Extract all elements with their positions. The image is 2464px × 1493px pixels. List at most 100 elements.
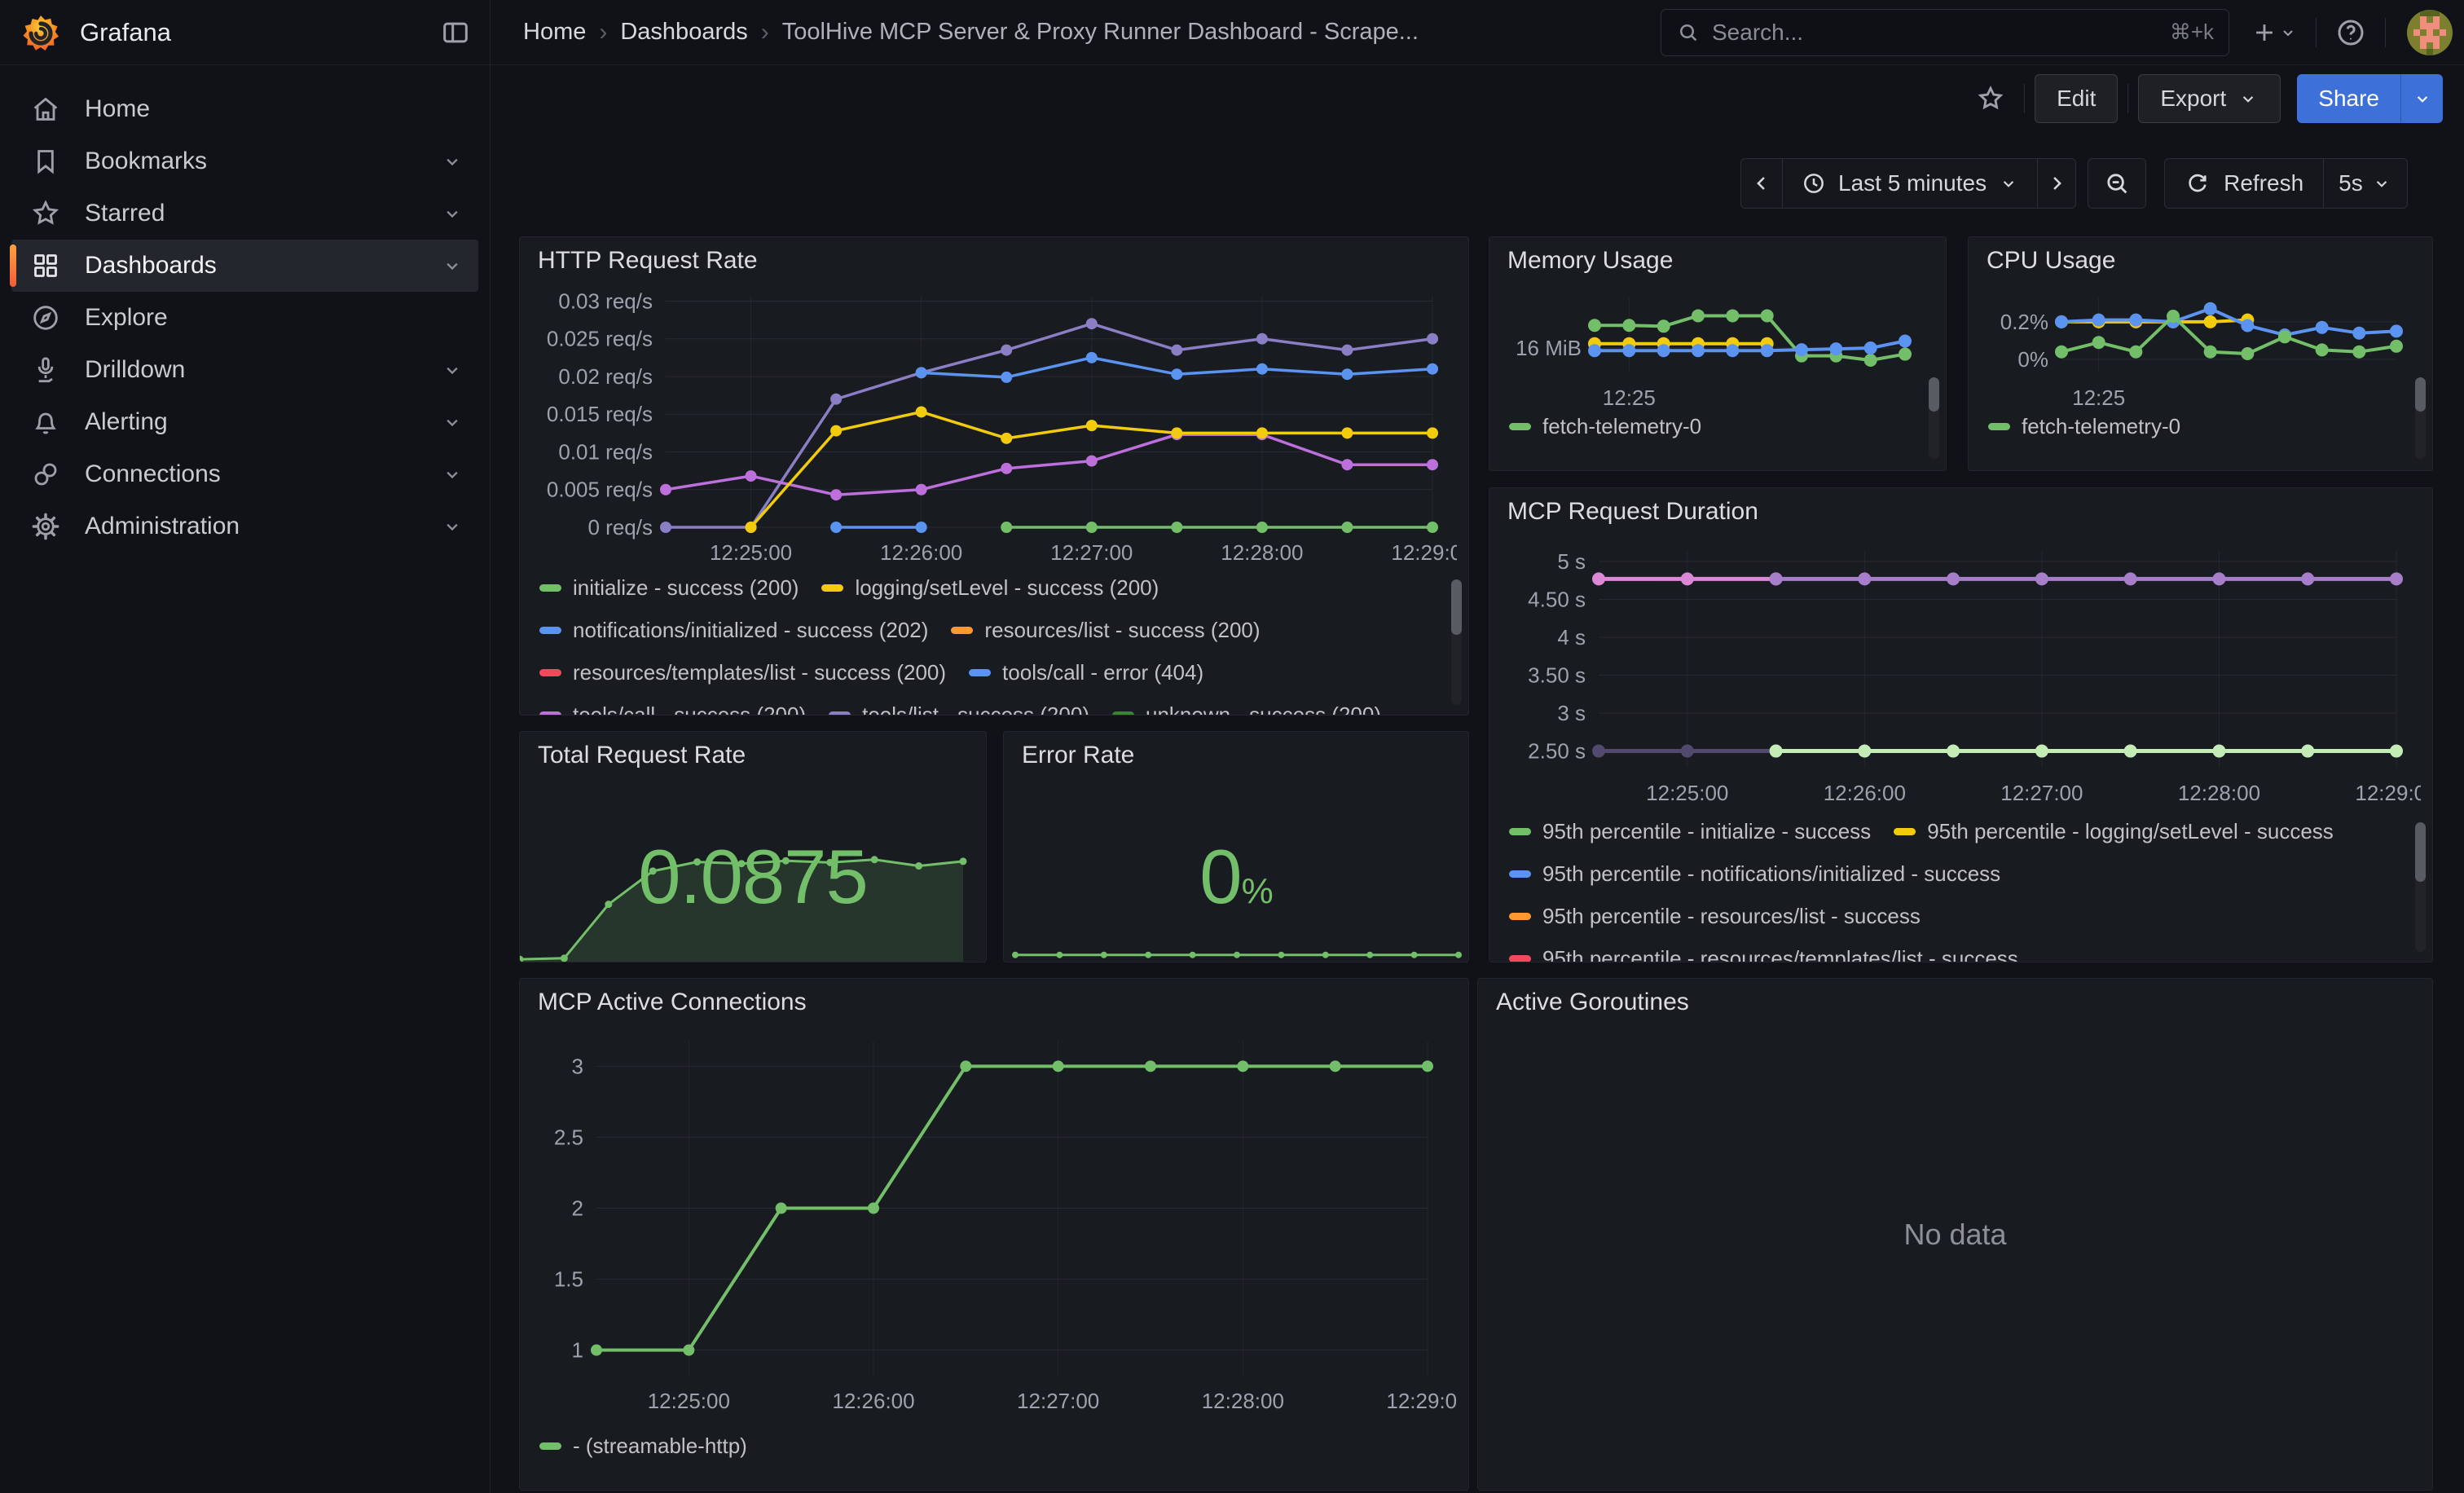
chevron-right-icon	[2045, 172, 2068, 195]
legend-scrollbar[interactable]	[2415, 822, 2426, 952]
legend-item[interactable]: initialize - success (200)	[539, 576, 799, 599]
sidebar-item-drilldown[interactable]: Drilldown	[11, 344, 478, 396]
legend-item[interactable]: - (streamable-http)	[539, 1434, 747, 1457]
stat-unit: %	[1242, 871, 1273, 911]
sidebar-item-dashboards[interactable]: Dashboards	[11, 240, 478, 292]
svg-text:12:26:00: 12:26:00	[1824, 781, 1906, 805]
svg-text:12:27:00: 12:27:00	[1050, 540, 1133, 565]
collapse-sidebar-button[interactable]	[438, 15, 473, 51]
sidebar-item-explore[interactable]: Explore	[11, 292, 478, 344]
export-button[interactable]: Export	[2138, 74, 2281, 123]
sidebar-item-home[interactable]: Home	[11, 83, 478, 135]
refresh-group: Refresh 5s	[2164, 158, 2408, 209]
sidebar-item-administration[interactable]: Administration	[11, 500, 478, 553]
share-button[interactable]: Share	[2297, 74, 2400, 123]
legend-label: fetch-telemetry-0	[2022, 414, 2180, 439]
cpu-usage-chart[interactable]: 12:250.2%0%	[1980, 283, 2421, 410]
svg-text:12:28:00: 12:28:00	[2178, 781, 2260, 805]
time-range-label: Last 5 minutes	[1838, 170, 1987, 196]
scrollbar-thumb[interactable]	[1929, 377, 1939, 412]
chevron-left-icon	[1750, 172, 1773, 195]
divider	[2316, 18, 2317, 47]
mcp-request-duration-chart[interactable]: 12:25:0012:26:0012:27:0012:28:0012:29:00…	[1501, 534, 2421, 817]
help-button[interactable]	[2326, 10, 2375, 55]
time-range-picker[interactable]: Last 5 minutes	[1782, 158, 2038, 209]
scrollbar-thumb[interactable]	[2415, 377, 2426, 412]
panel-mcp-active-connections: MCP Active Connections 12:25:0012:26:001…	[519, 978, 1469, 1491]
legend-swatch	[539, 1442, 561, 1450]
time-shift-back-button[interactable]	[1740, 158, 1783, 209]
search-box[interactable]: ⌘+k	[1661, 9, 2229, 56]
legend-item[interactable]: 95th percentile - resources/list - succe…	[1509, 905, 2400, 927]
user-avatar[interactable]	[2407, 10, 2453, 55]
legend-item[interactable]: notifications/initialized - success (202…	[539, 619, 928, 641]
legend-label: logging/setLevel - success (200)	[855, 575, 1159, 601]
legend-label: 95th percentile - logging/setLevel - suc…	[1927, 819, 2334, 844]
panel-title: Total Request Rate	[520, 732, 986, 777]
svg-text:0%: 0%	[2017, 347, 2048, 372]
grafana-logo-icon[interactable]	[21, 13, 60, 52]
legend-item[interactable]: resources/list - success (200)	[951, 619, 1260, 641]
breadcrumb-separator: ›	[761, 19, 769, 46]
new-menu-button[interactable]	[2242, 10, 2306, 55]
panel-legend: 95th percentile - initialize - success 95…	[1489, 815, 2432, 962]
breadcrumb-separator: ›	[599, 19, 607, 46]
legend-scrollbar[interactable]	[1451, 579, 1462, 705]
star-icon	[1975, 83, 2006, 114]
legend-item[interactable]: 95th percentile - notifications/initiali…	[1509, 862, 2400, 885]
legend-item[interactable]: tools/list - success (200)	[829, 703, 1089, 715]
search-icon	[1676, 20, 1701, 45]
search-input[interactable]	[1712, 20, 2170, 46]
legend-scrollbar[interactable]	[1929, 377, 1939, 459]
sidebar-item-connections[interactable]: Connections	[11, 448, 478, 500]
chevron-down-icon	[2278, 23, 2298, 42]
dashboards-grid-icon	[29, 249, 62, 282]
legend-item[interactable]: resources/templates/list - success (200)	[539, 661, 946, 684]
legend-item[interactable]: logging/setLevel - success (200)	[821, 576, 1159, 599]
scrollbar-thumb[interactable]	[1451, 579, 1462, 635]
legend-swatch	[539, 584, 561, 592]
mcp-active-connections-chart[interactable]: 12:25:0012:26:0012:27:0012:28:0012:29:00…	[531, 1024, 1457, 1428]
share-menu-button[interactable]	[2400, 74, 2443, 123]
chevron-down-icon	[1998, 173, 2019, 194]
search-shortcut-hint: ⌘+k	[2170, 20, 2214, 45]
svg-text:0.025 req/s: 0.025 req/s	[547, 327, 653, 351]
refresh-button[interactable]: Refresh	[2164, 158, 2324, 209]
chevron-down-icon	[441, 254, 464, 277]
legend-scrollbar[interactable]	[2415, 377, 2426, 459]
svg-text:12:28:00: 12:28:00	[1221, 540, 1303, 565]
panel-http-request-rate: HTTP Request Rate 12:25:0012:26:0012:27:…	[519, 236, 1469, 716]
legend-item[interactable]: fetch-telemetry-0	[1988, 415, 2180, 438]
no-data-message: No data	[1478, 1218, 2432, 1252]
sidebar-item-alerting[interactable]: Alerting	[11, 396, 478, 448]
time-shift-forward-button[interactable]	[2037, 158, 2076, 209]
memory-usage-chart[interactable]: 12:2516 MiB	[1501, 283, 1934, 410]
breadcrumb-dashboards[interactable]: Dashboards	[620, 19, 747, 46]
legend-item[interactable]: unknown - success (200)	[1112, 703, 1381, 715]
panel-title: Active Goroutines	[1478, 979, 2432, 1024]
legend-item[interactable]: 95th percentile - initialize - success	[1509, 820, 1871, 843]
svg-text:3 s: 3 s	[1557, 701, 1586, 725]
stat-value: 0.0875	[520, 833, 986, 921]
breadcrumb-home[interactable]: Home	[523, 19, 586, 46]
legend-item[interactable]: tools/call - error (404)	[969, 661, 1203, 684]
svg-text:0.02 req/s: 0.02 req/s	[558, 364, 653, 389]
legend-item[interactable]: tools/call - success (200)	[539, 703, 806, 715]
sidebar-item-bookmarks[interactable]: Bookmarks	[11, 135, 478, 187]
legend-item[interactable]: 95th percentile - resources/templates/li…	[1509, 947, 2400, 962]
sidebar-item-label: Starred	[85, 200, 165, 227]
legend-item[interactable]: 95th percentile - logging/setLevel - suc…	[1894, 820, 2334, 843]
dashboard-toolbar: Edit Export Share	[491, 65, 2464, 132]
refresh-interval-picker[interactable]: 5s	[2323, 158, 2408, 209]
zoom-out-button[interactable]	[2088, 158, 2146, 209]
edit-button[interactable]: Edit	[2035, 74, 2118, 123]
scrollbar-thumb[interactable]	[2415, 822, 2426, 882]
legend-item[interactable]: fetch-telemetry-0	[1509, 415, 1701, 438]
favorite-button[interactable]	[1967, 76, 2014, 121]
svg-text:12:28:00: 12:28:00	[1202, 1389, 1284, 1413]
legend-swatch	[1509, 913, 1531, 920]
legend-swatch	[1894, 828, 1916, 835]
refresh-icon	[2185, 170, 2211, 196]
http-request-rate-chart[interactable]: 12:25:0012:26:0012:27:0012:28:0012:29:00…	[531, 283, 1457, 573]
sidebar-item-starred[interactable]: Starred	[11, 187, 478, 240]
